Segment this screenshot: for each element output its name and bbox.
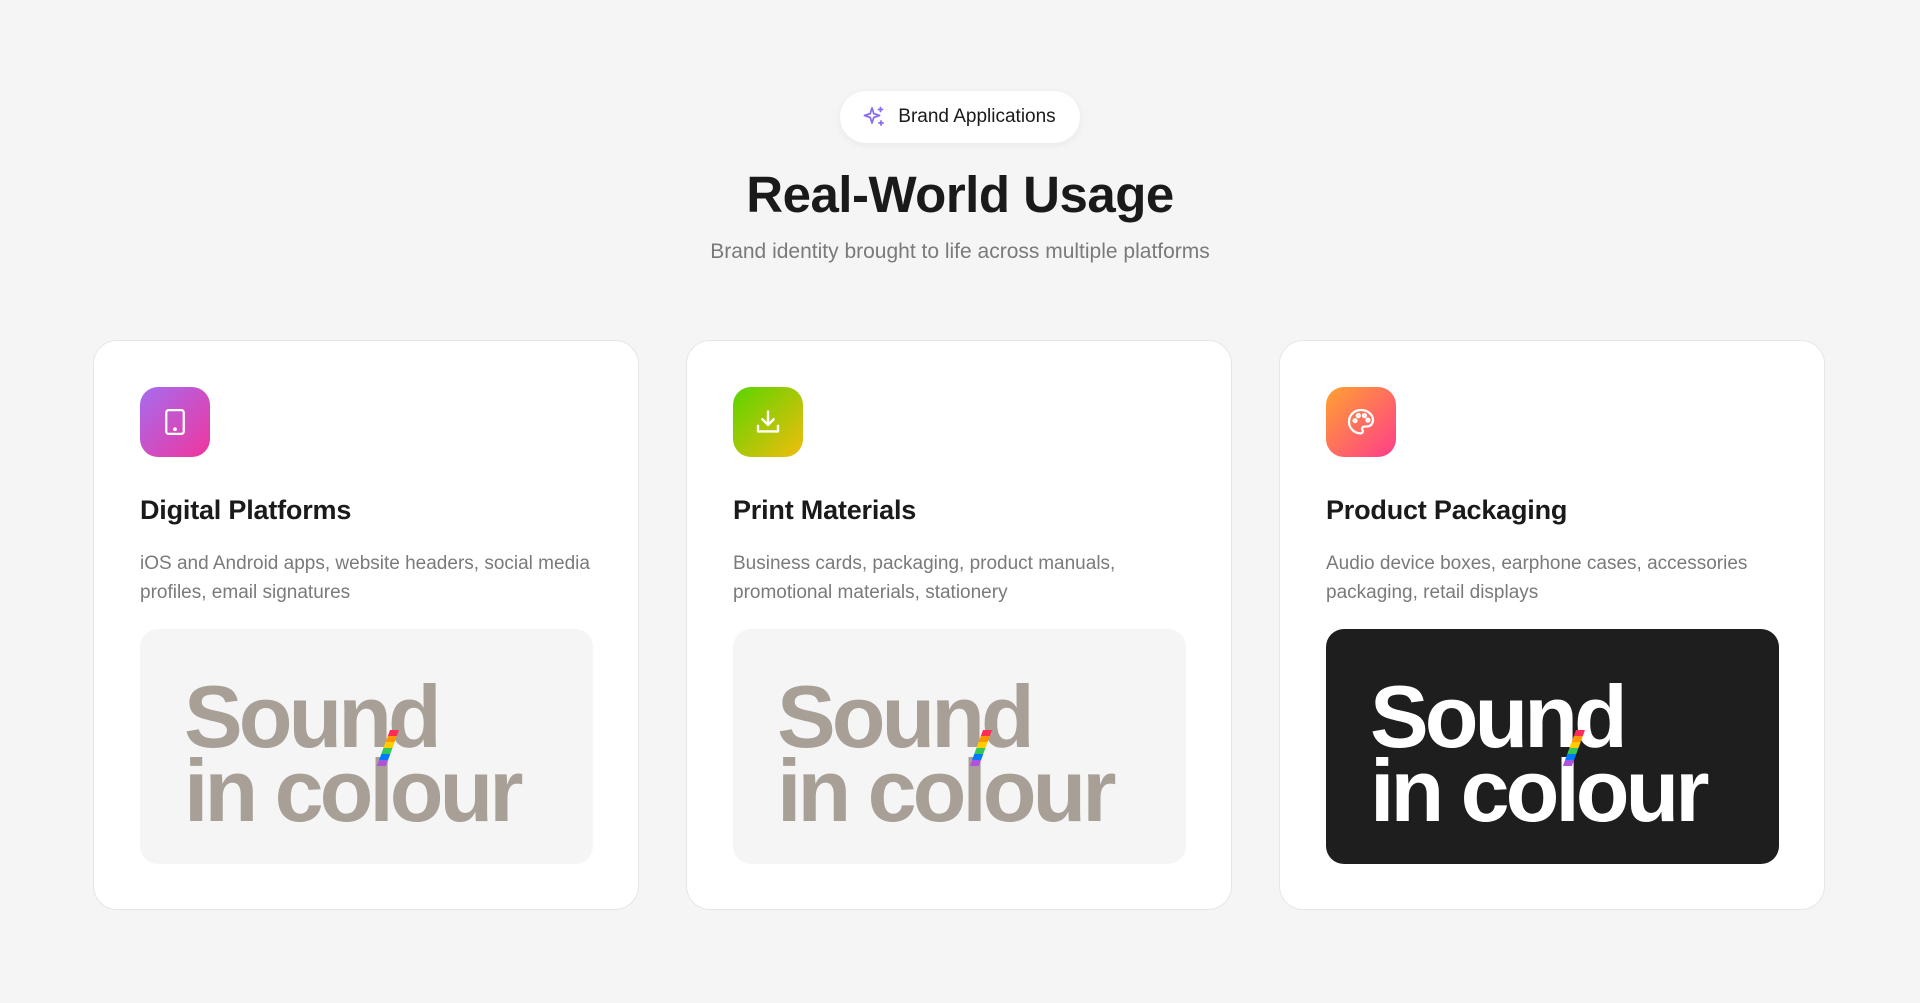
tablet-icon [140,387,210,457]
page-title: Real-World Usage [746,166,1174,223]
wordmark-preview: Sound in colour [140,629,593,864]
card-product-packaging: Product Packaging Audio device boxes, ea… [1279,340,1825,910]
palette-icon [1326,387,1396,457]
badge-row: Brand Applications [0,91,1920,143]
wordmark-line2: in colour [1370,741,1708,840]
brand-applications-section: Brand Applications Real-World Usage Bran… [0,0,1920,1003]
card-title: Print Materials [733,495,917,525]
card-digital-platforms: Digital Platforms iOS and Android apps, … [93,340,639,910]
sound-in-colour-wordmark: Sound in colour [1370,667,1712,840]
card-description: Business cards, packaging, product manua… [733,553,1116,603]
card-description: Audio device boxes, earphone cases, acce… [1326,553,1748,603]
sparkle-icon [862,105,886,129]
sound-in-colour-wordmark: Sound in colour [184,667,526,840]
wordmark-preview: Sound in colour [1326,629,1779,864]
cards-grid: Digital Platforms iOS and Android apps, … [93,340,1825,910]
sound-in-colour-wordmark: Sound in colour [777,667,1119,840]
card-title: Product Packaging [1326,495,1568,525]
wordmark-preview: Sound in colour [733,629,1186,864]
card-title: Digital Platforms [140,495,352,525]
badge-label: Brand Applications [898,106,1056,127]
wordmark-line2: in colour [777,741,1115,840]
card-print-materials: Print Materials Business cards, packagin… [686,340,1232,910]
page-subtitle: Brand identity brought to life across mu… [710,240,1210,263]
card-description: iOS and Android apps, website headers, s… [140,553,590,603]
download-icon [733,387,803,457]
wordmark-line2: in colour [184,741,522,840]
brand-applications-badge: Brand Applications [840,91,1080,143]
